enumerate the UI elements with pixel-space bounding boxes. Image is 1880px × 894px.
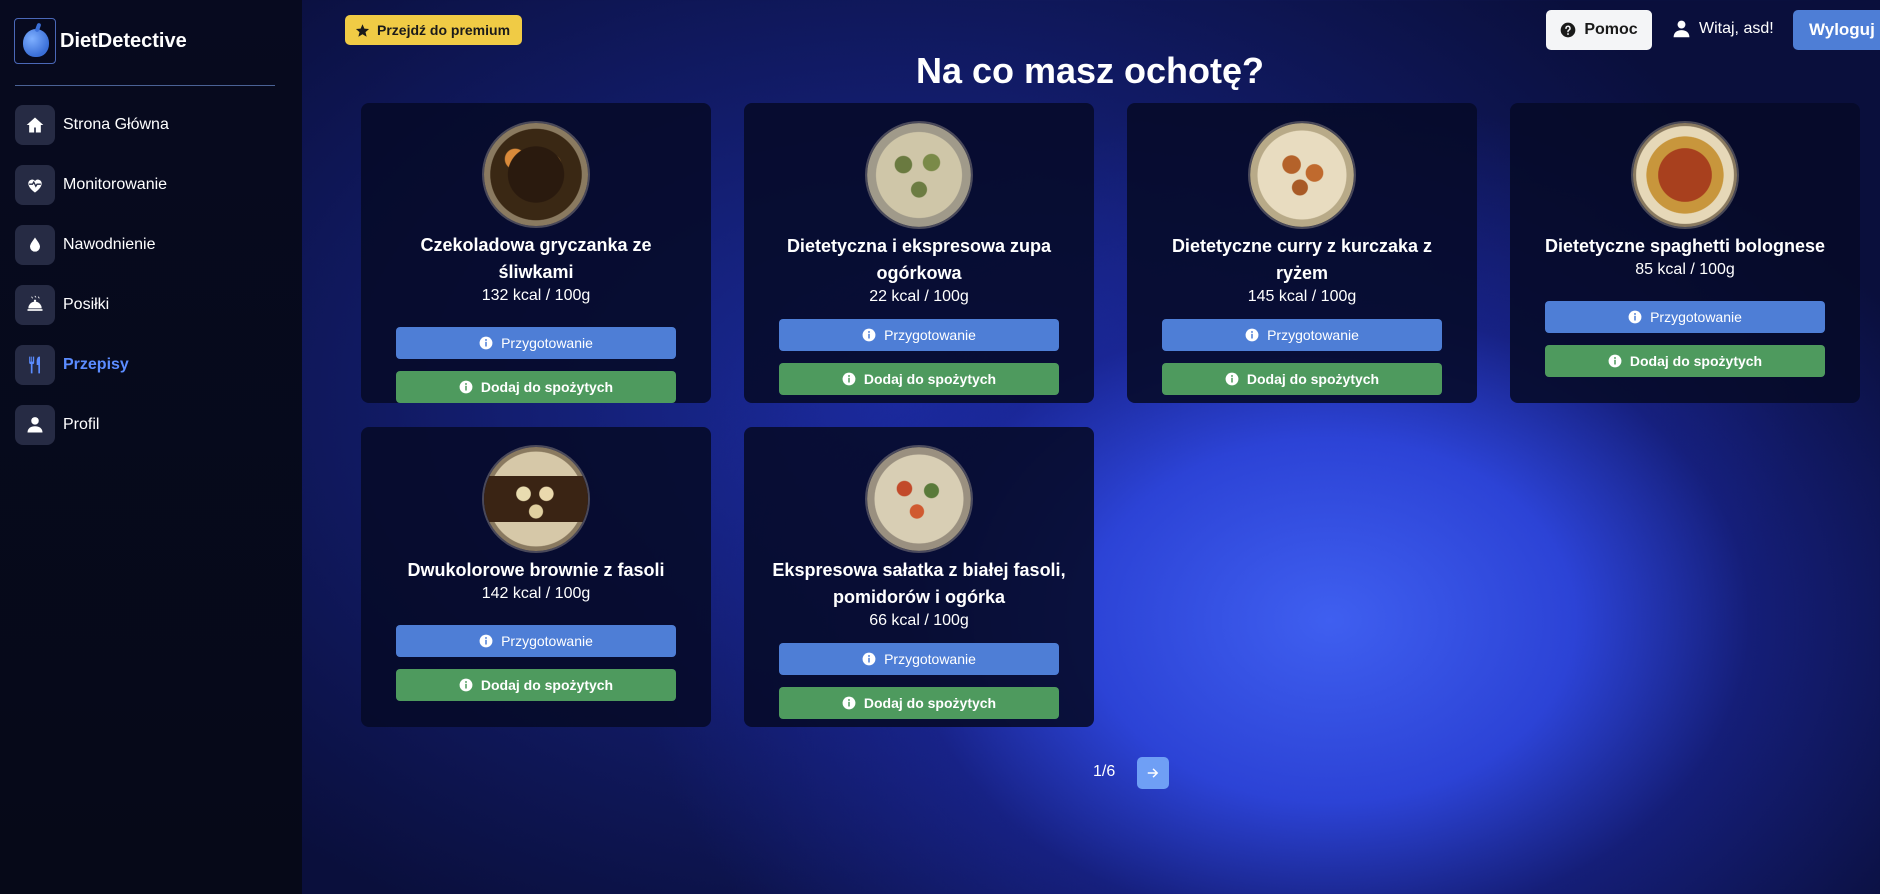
next-page-button[interactable]	[1137, 757, 1169, 789]
sidebar-divider	[15, 85, 275, 86]
add-to-consumed-button[interactable]: Dodaj do spożytych	[396, 669, 676, 701]
recipe-image[interactable]	[1633, 123, 1737, 227]
preparation-label: Przygotowanie	[1267, 327, 1359, 343]
star-icon	[355, 23, 370, 37]
sidebar-item-label: Posiłki	[63, 296, 110, 313]
recipe-kcal: 66 kcal / 100g	[869, 612, 969, 629]
info-circle-icon	[1608, 354, 1622, 368]
heart-pulse-icon	[15, 165, 55, 205]
preparation-button[interactable]: Przygotowanie	[396, 327, 676, 360]
sidebar-item-label: Profil	[63, 416, 100, 433]
add-to-consumed-label: Dodaj do spożytych	[1629, 353, 1763, 369]
logout-button[interactable]: Wyloguj	[1793, 10, 1880, 50]
preparation-label: Przygotowanie	[884, 651, 976, 667]
info-circle-icon	[1225, 372, 1239, 386]
premium-label: Przejdź do premium	[377, 22, 511, 38]
sidebar-nav: Strona Główna Monitorowanie Nawodnienie …	[15, 105, 169, 465]
info-circle-icon	[459, 678, 473, 692]
info-circle-icon	[479, 634, 493, 648]
add-to-consumed-button[interactable]: Dodaj do spożytych	[396, 371, 676, 403]
preparation-label: Przygotowanie	[501, 335, 593, 352]
brand[interactable]: DietDetective	[14, 18, 187, 64]
help-label: Pomoc	[1584, 21, 1638, 38]
info-circle-icon	[862, 328, 876, 342]
cloche-icon	[15, 285, 55, 325]
preparation-button[interactable]: Przygotowanie	[779, 643, 1059, 675]
info-circle-icon	[1628, 310, 1642, 324]
add-to-consumed-button[interactable]: Dodaj do spożytych	[1545, 345, 1825, 377]
droplet-icon	[15, 225, 55, 265]
utensils-icon	[15, 345, 55, 385]
info-circle-icon	[842, 696, 856, 710]
recipe-card: Ekspresowa sałatka z białej fasoli, pomi…	[744, 427, 1094, 727]
recipe-kcal: 142 kcal / 100g	[481, 585, 591, 602]
sidebar-item-label: Przepisy	[63, 356, 129, 373]
info-circle-icon	[479, 336, 493, 350]
apple-logo-icon	[14, 18, 56, 64]
preparation-button[interactable]: Przygotowanie	[396, 625, 676, 657]
add-to-consumed-button[interactable]: Dodaj do spożytych	[779, 687, 1059, 719]
home-icon	[15, 105, 55, 145]
recipe-card: Dietetyczne spaghetti bolognese 85 kcal …	[1510, 103, 1860, 403]
premium-button[interactable]: Przejdź do premium	[345, 15, 523, 45]
sidebar-item-label: Strona Główna	[63, 116, 169, 133]
recipe-image[interactable]	[867, 123, 971, 227]
preparation-button[interactable]: Przygotowanie	[779, 319, 1059, 351]
add-to-consumed-label: Dodaj do spożytych	[480, 379, 614, 396]
sidebar-item-label: Monitorowanie	[63, 176, 168, 193]
recipe-title: Dietetyczne curry z kurczaka z ryżem	[1171, 236, 1433, 283]
add-to-consumed-label: Dodaj do spożytych	[1246, 371, 1380, 387]
preparation-button[interactable]: Przygotowanie	[1545, 301, 1825, 333]
sidebar-item-profile[interactable]: Profil	[15, 405, 169, 445]
recipe-kcal: 132 kcal / 100g	[481, 287, 591, 305]
recipe-image[interactable]	[484, 447, 588, 551]
preparation-label: Przygotowanie	[884, 327, 976, 343]
info-circle-icon	[862, 652, 876, 666]
arrow-right-icon	[1147, 768, 1159, 778]
info-circle-icon	[842, 372, 856, 386]
recipe-card: Dietetyczne curry z kurczaka z ryżem 145…	[1127, 103, 1477, 403]
sidebar-item-label: Nawodnienie	[63, 236, 156, 253]
preparation-label: Przygotowanie	[1650, 309, 1742, 325]
preparation-button[interactable]: Przygotowanie	[1162, 319, 1442, 351]
page-title: Na co masz ochotę?	[915, 50, 1265, 91]
recipe-card: Dietetyczna i ekspresowa zupa ogórkowa 2…	[744, 103, 1094, 403]
welcome-text: Witaj, asd!	[1699, 19, 1774, 37]
recipe-card: Dwukolorowe brownie z fasoli 142 kcal / …	[361, 427, 711, 727]
sidebar: DietDetective Strona Główna Monitorowani…	[0, 0, 302, 894]
recipe-title: Dietetyczna i ekspresowa zupa ogórkowa	[786, 236, 1052, 283]
user-icon	[15, 405, 55, 445]
recipe-kcal: 145 kcal / 100g	[1247, 288, 1357, 305]
recipe-card: Czekoladowa gryczanka ze śliwkami 132 kc…	[361, 103, 711, 403]
recipe-image[interactable]	[1250, 123, 1354, 227]
add-to-consumed-button[interactable]: Dodaj do spożytych	[779, 363, 1059, 395]
recipe-title: Dwukolorowe brownie z fasoli	[407, 560, 665, 580]
recipe-image[interactable]	[867, 447, 971, 551]
recipe-kcal: 85 kcal / 100g	[1635, 261, 1735, 278]
sidebar-item-hydration[interactable]: Nawodnienie	[15, 225, 169, 265]
preparation-label: Przygotowanie	[501, 633, 593, 649]
recipe-kcal: 22 kcal / 100g	[869, 288, 969, 305]
sidebar-item-home[interactable]: Strona Główna	[15, 105, 169, 145]
brand-name: DietDetective	[60, 29, 187, 52]
sidebar-item-monitoring[interactable]: Monitorowanie	[15, 165, 169, 205]
help-button[interactable]: Pomoc	[1546, 10, 1652, 50]
recipe-image[interactable]	[484, 123, 588, 227]
user-icon	[1673, 20, 1690, 38]
welcome-user[interactable]: Witaj, asd!	[1672, 18, 1774, 39]
info-circle-icon	[459, 380, 473, 394]
recipe-title: Czekoladowa gryczanka ze śliwkami	[420, 235, 652, 283]
add-to-consumed-label: Dodaj do spożytych	[480, 677, 614, 693]
add-to-consumed-button[interactable]: Dodaj do spożytych	[1162, 363, 1442, 395]
add-to-consumed-label: Dodaj do spożytych	[863, 371, 997, 387]
sidebar-item-meals[interactable]: Posiłki	[15, 285, 169, 325]
add-to-consumed-label: Dodaj do spożytych	[863, 695, 997, 711]
info-circle-icon	[1245, 328, 1259, 342]
question-circle-icon	[1560, 22, 1576, 38]
recipe-title: Ekspresowa sałatka z białej fasoli, pomi…	[772, 560, 1066, 607]
pagination-indicator: 1/6	[1093, 763, 1116, 780]
recipe-title: Dietetyczne spaghetti bolognese	[1544, 236, 1826, 256]
sidebar-item-recipes[interactable]: Przepisy	[15, 345, 169, 385]
